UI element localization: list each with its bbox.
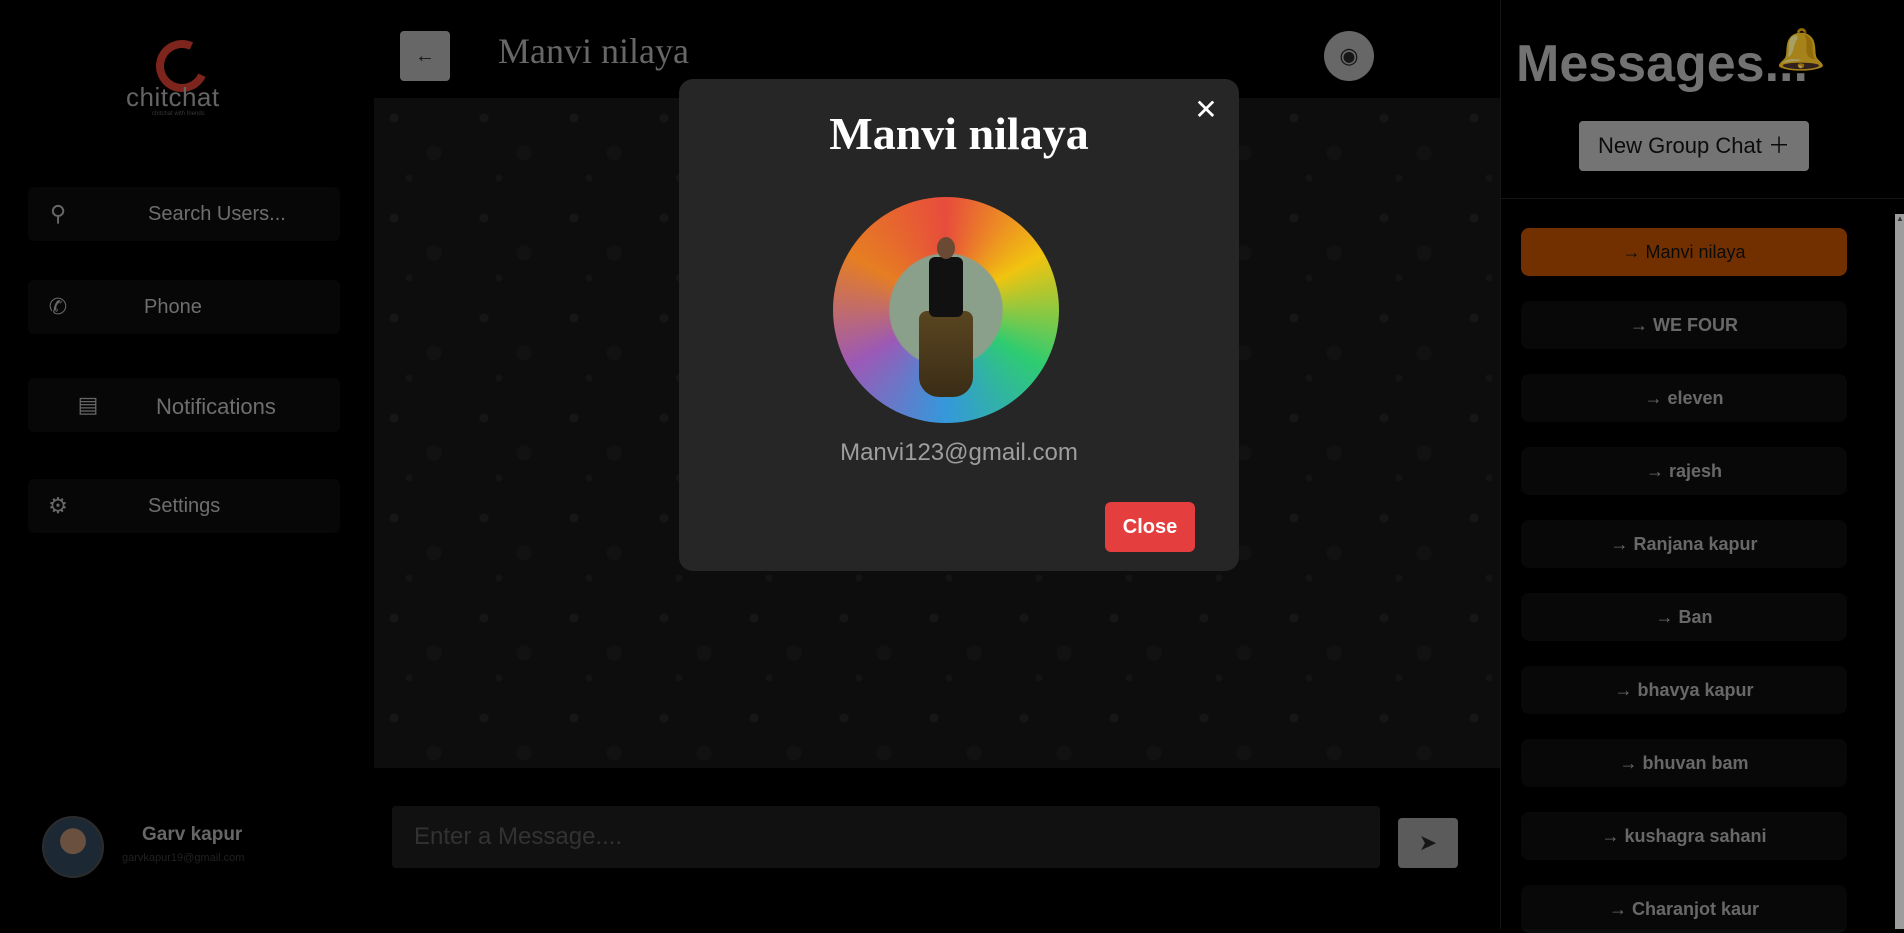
profile-figure-body [929,257,963,317]
close-button[interactable]: Close [1105,502,1195,552]
modal-email: Manvi123@gmail.com [840,439,1078,466]
close-icon[interactable]: ✕ [1191,95,1221,125]
profile-figure-skirt [919,311,973,397]
profile-person-figure [919,237,973,397]
profile-modal: Manvi nilaya ✕ Manvi123@gmail.com Close [679,79,1239,571]
modal-title: Manvi nilaya [829,108,1089,159]
profile-picture [833,197,1059,423]
profile-figure-head [937,237,955,259]
